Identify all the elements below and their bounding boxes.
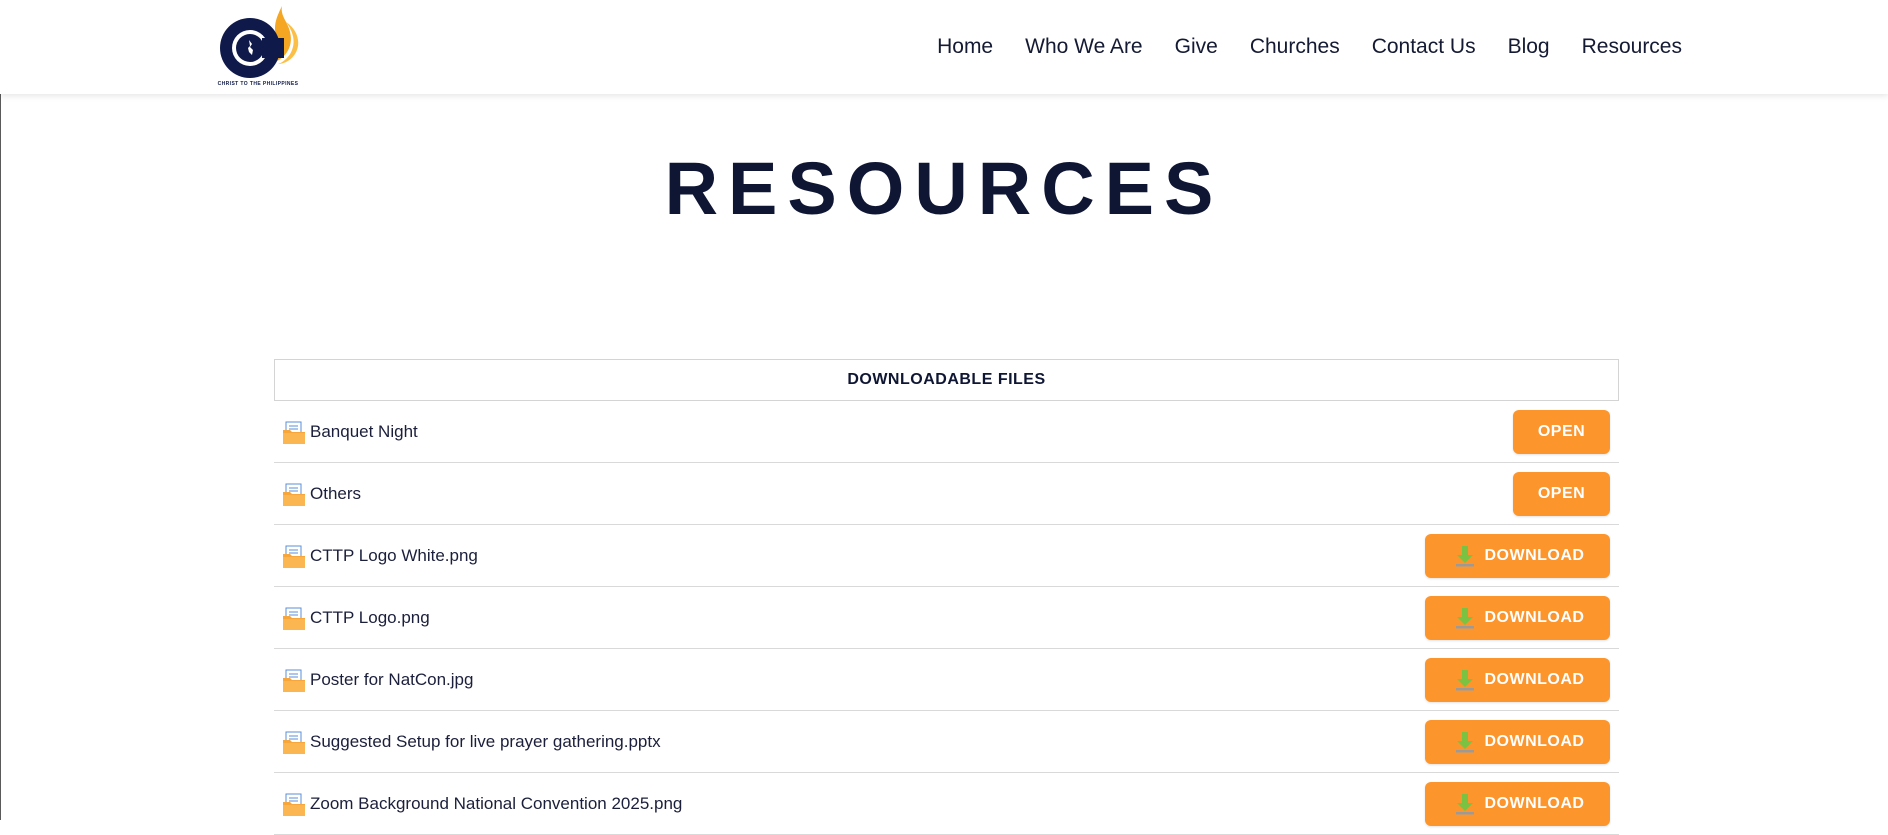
file-row: Zoom Background National Convention 2025… — [274, 773, 1619, 835]
site-logo[interactable]: CHRIST TO THE PHILIPPINES — [206, 2, 310, 90]
file-icon — [283, 607, 305, 630]
download-button[interactable]: DOWNLOAD — [1425, 595, 1610, 640]
folder-icon — [283, 483, 305, 506]
file-row: Suggested Setup for live prayer gatherin… — [274, 711, 1619, 773]
download-icon — [1455, 607, 1474, 628]
download-button-label: DOWNLOAD — [1484, 794, 1585, 812]
file-row: Others OPEN — [274, 463, 1619, 525]
download-button-label: DOWNLOAD — [1484, 732, 1585, 750]
open-button[interactable]: OPEN — [1513, 471, 1610, 516]
file-name: CTTP Logo White.png — [310, 545, 478, 565]
file-row: Banquet Night OPEN — [274, 401, 1619, 463]
download-button-label: DOWNLOAD — [1484, 546, 1585, 564]
site-header: CHRIST TO THE PHILIPPINES Home Who We Ar… — [0, 0, 1888, 94]
download-icon — [1455, 793, 1474, 814]
download-button[interactable]: DOWNLOAD — [1425, 781, 1610, 826]
open-button[interactable]: OPEN — [1513, 409, 1610, 454]
window-left-edge — [0, 0, 1, 820]
open-button-label: OPEN — [1537, 484, 1586, 502]
nav-resources[interactable]: Resources — [1582, 35, 1682, 59]
nav-churches[interactable]: Churches — [1250, 35, 1340, 59]
download-icon — [1455, 669, 1474, 690]
page-title: RESOURCES — [664, 147, 1224, 230]
folder-icon — [283, 421, 305, 444]
nav-blog[interactable]: Blog — [1508, 35, 1550, 59]
file-row: Poster for NatCon.jpg DOWNLOAD — [274, 649, 1619, 711]
download-button[interactable]: DOWNLOAD — [1425, 657, 1610, 702]
file-name: Others — [310, 483, 362, 503]
nav-give[interactable]: Give — [1175, 35, 1218, 59]
download-button[interactable]: DOWNLOAD — [1425, 533, 1610, 578]
download-icon — [1455, 545, 1474, 566]
file-name: CTTP Logo.png — [310, 607, 430, 627]
download-button-label: DOWNLOAD — [1484, 670, 1585, 688]
file-name: Zoom Background National Convention 2025… — [310, 793, 683, 813]
file-name: Poster for NatCon.jpg — [310, 669, 474, 689]
downloadable-files-table: DOWNLOADABLE FILES Banquet Night OPEN Ot… — [274, 359, 1619, 835]
logo-tagline: CHRIST TO THE PHILIPPINES — [217, 81, 299, 87]
file-icon — [283, 669, 305, 692]
file-icon — [283, 545, 305, 568]
nav-home[interactable]: Home — [937, 35, 993, 59]
download-button-label: DOWNLOAD — [1484, 608, 1585, 626]
open-button-label: OPEN — [1537, 422, 1586, 440]
download-button[interactable]: DOWNLOAD — [1425, 719, 1610, 764]
file-icon — [283, 731, 305, 754]
file-row: CTTP Logo.png DOWNLOAD — [274, 587, 1619, 649]
nav-contact-us[interactable]: Contact Us — [1372, 35, 1476, 59]
nav-who-we-are[interactable]: Who We Are — [1025, 35, 1143, 59]
file-name: Suggested Setup for live prayer gatherin… — [310, 731, 661, 751]
file-row: CTTP Logo White.png DOWNLOAD — [274, 525, 1619, 587]
download-icon — [1455, 731, 1474, 752]
files-table-header: DOWNLOADABLE FILES — [274, 359, 1619, 401]
file-name: Banquet Night — [310, 421, 418, 441]
main-nav: Home Who We Are Give Churches Contact Us… — [937, 0, 1682, 94]
file-icon — [283, 793, 305, 816]
logo-mark-icon — [220, 6, 299, 78]
